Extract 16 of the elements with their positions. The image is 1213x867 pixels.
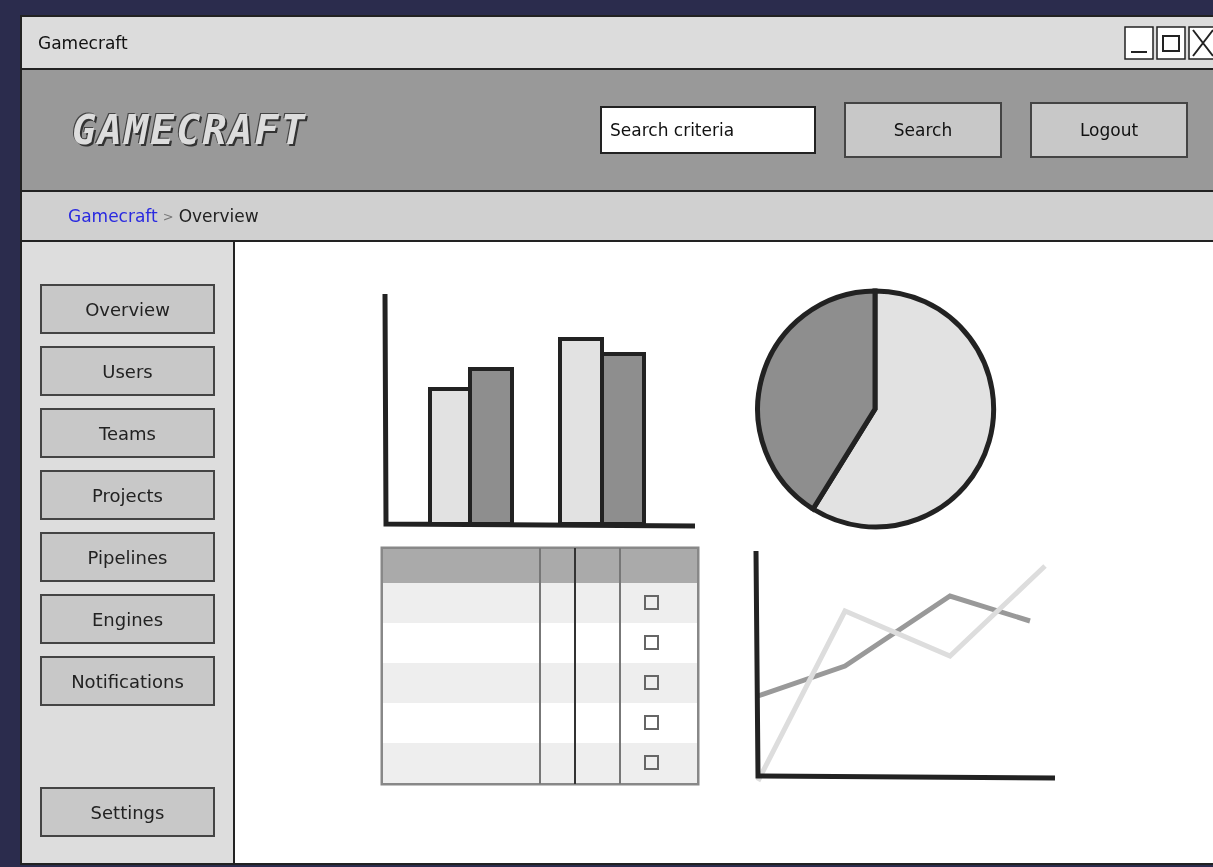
sidebar-item[interactable]: Engines (40, 594, 215, 644)
sidebar-item[interactable]: Notifications (40, 656, 215, 706)
sidebar-item[interactable]: Overview (40, 284, 215, 334)
header-button[interactable]: Search (844, 102, 1002, 158)
header-button[interactable]: Logout (1030, 102, 1188, 158)
sidebar-item[interactable]: Users (40, 346, 215, 396)
breadcrumb-link[interactable]: Gamecraft (68, 206, 158, 226)
breadcrumb-separator: > (162, 208, 174, 224)
sidebar-item[interactable]: Teams (40, 408, 215, 458)
settings-button[interactable]: Settings (40, 787, 215, 837)
sidebar-item[interactable]: Pipelines (40, 532, 215, 582)
search-field[interactable]: Search criteria (600, 106, 816, 154)
logo: GAMECRAFT (72, 107, 307, 153)
breadcrumb-current: Overview (178, 206, 259, 226)
window-title: Gamecraft (38, 32, 128, 53)
sidebar-item[interactable]: Projects (40, 470, 215, 520)
